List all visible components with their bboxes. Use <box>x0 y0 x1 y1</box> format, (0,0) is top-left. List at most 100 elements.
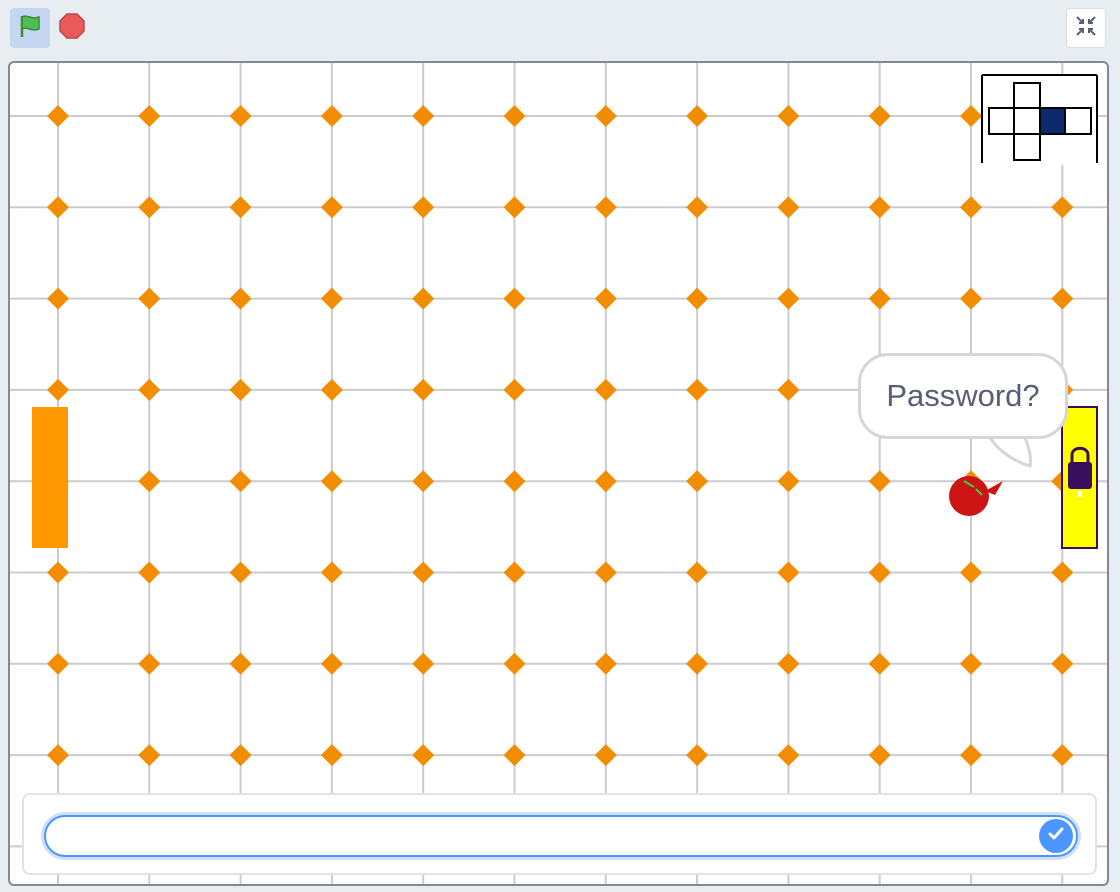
grid-dot <box>412 470 435 493</box>
stop-button[interactable] <box>54 10 90 46</box>
grid-dot <box>320 105 343 127</box>
grid-dot <box>503 196 526 219</box>
grid-dot <box>412 744 435 767</box>
grid-dot <box>47 652 69 675</box>
grid-dot <box>138 105 161 127</box>
grid-dot <box>412 561 435 584</box>
grid-dot <box>777 744 800 767</box>
grid-dot <box>594 561 617 584</box>
stop-sign-icon <box>58 12 86 45</box>
grid-dot <box>412 196 435 219</box>
exit-fullscreen-button[interactable] <box>1066 8 1106 48</box>
grid-dot <box>777 652 800 675</box>
grid-dot <box>503 652 526 675</box>
grid-dot <box>47 378 69 401</box>
grid-dot <box>1051 744 1074 767</box>
left-door-sprite <box>32 407 68 548</box>
grid-dot <box>320 287 343 310</box>
speech-bubble: Password? <box>858 353 1068 439</box>
grid-dot <box>138 652 161 675</box>
check-mark-icon <box>1046 824 1066 849</box>
grid-dot <box>320 196 343 219</box>
grid-dot <box>594 652 617 675</box>
grid-dot <box>229 105 252 127</box>
grid-dot <box>868 652 891 675</box>
grid-dot <box>1051 196 1074 219</box>
grid-dot <box>138 744 161 767</box>
grid-dot <box>47 561 69 584</box>
grid-dot <box>686 196 709 219</box>
grid-dot <box>503 470 526 493</box>
grid-dot <box>868 196 891 219</box>
grid-dot <box>686 470 709 493</box>
grid-dot <box>138 287 161 310</box>
grid-dot <box>229 470 252 493</box>
ask-answer-panel <box>22 793 1097 875</box>
grid-dot <box>960 561 982 584</box>
grid-dot <box>320 378 343 401</box>
minimap <box>981 74 1098 165</box>
grid-dot <box>777 561 800 584</box>
grid-dot <box>47 744 69 767</box>
grid-dot <box>594 470 617 493</box>
grid-dot <box>686 287 709 310</box>
shrink-fullscreen-icon <box>1075 15 1097 42</box>
grid-dot <box>503 105 526 127</box>
grid-dot <box>777 196 800 219</box>
grid-dot <box>320 744 343 767</box>
grid-dot <box>594 744 617 767</box>
grid-dot <box>412 105 435 127</box>
answer-field-wrapper <box>44 815 1078 857</box>
grid-dot <box>960 196 982 219</box>
game-stage[interactable]: Password? <box>8 61 1109 886</box>
grid-dot <box>960 287 982 310</box>
grid-dot <box>868 561 891 584</box>
grid-dot <box>138 196 161 219</box>
stage-backdrop <box>10 63 1107 884</box>
grid-dot <box>138 378 161 401</box>
grid-dot <box>412 652 435 675</box>
grid-dot <box>320 652 343 675</box>
grid-dot <box>320 561 343 584</box>
grid-dot <box>503 561 526 584</box>
grid-dot <box>868 105 891 127</box>
speech-bubble-text: Password? <box>886 378 1040 413</box>
grid-dot <box>686 744 709 767</box>
grid-dot <box>777 287 800 310</box>
answer-input[interactable] <box>60 823 1024 851</box>
grid-dot <box>229 378 252 401</box>
grid-dot <box>503 378 526 401</box>
grid-dot <box>686 652 709 675</box>
grid-dot <box>868 744 891 767</box>
grid-dot <box>1051 287 1074 310</box>
grid-dot <box>960 744 982 767</box>
grid-dot <box>412 378 435 401</box>
grid-dot <box>594 196 617 219</box>
grid-dot <box>503 287 526 310</box>
grid-dot <box>777 470 800 493</box>
grid-dot <box>960 105 982 127</box>
green-flag-button[interactable] <box>10 8 50 48</box>
grid-dot <box>47 287 69 310</box>
grid-dot <box>229 196 252 219</box>
grid-dot <box>229 287 252 310</box>
grid-dot <box>777 378 800 401</box>
grid-dot <box>960 652 982 675</box>
grid-dot <box>229 561 252 584</box>
grid-dot <box>868 470 891 493</box>
grid-dot <box>594 378 617 401</box>
grid-dot <box>47 196 69 219</box>
grid-dot <box>594 287 617 310</box>
grid-dot <box>138 561 161 584</box>
player-toolbar <box>0 0 1120 58</box>
grid-dot <box>686 561 709 584</box>
grid-dot <box>229 652 252 675</box>
grid-dot <box>1051 652 1074 675</box>
grid-dot <box>686 105 709 127</box>
submit-answer-button[interactable] <box>1039 819 1073 853</box>
grid-dot <box>594 105 617 127</box>
grid-dot <box>686 378 709 401</box>
grid-dot <box>503 744 526 767</box>
grid-dot <box>777 105 800 127</box>
green-flag-icon <box>17 13 43 44</box>
